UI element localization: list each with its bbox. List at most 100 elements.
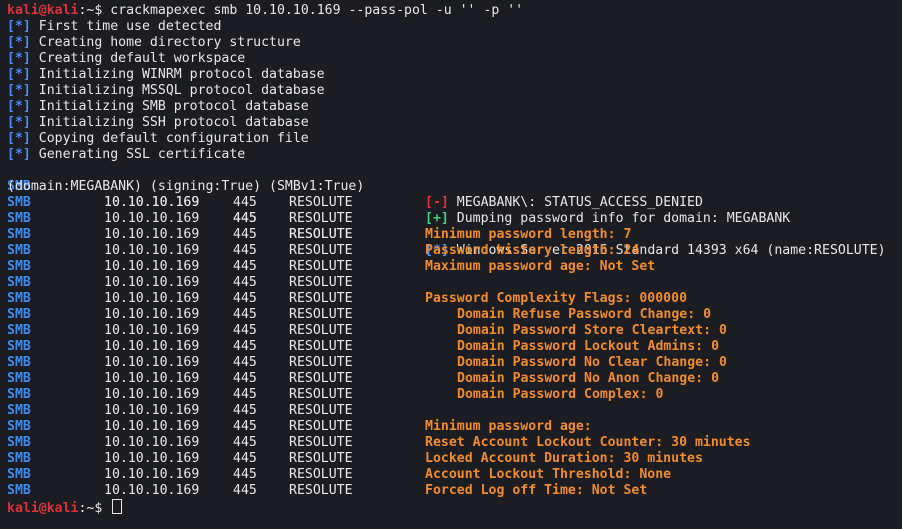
smb-row: SMB 10.10.10.169 445 RESOLUTE Domain Passwor… xyxy=(7,387,902,403)
smb-ip: 10.10.10.169 xyxy=(104,467,200,482)
smb-port: 445 xyxy=(233,371,257,386)
policy-value: Password Complexity Flags: 000000 xyxy=(425,291,688,306)
terminal-window[interactable]: kali@kali:~$ crackmapexec smb 10.10.10.1… xyxy=(7,3,902,529)
init-line: [*] Initializing WINRM protocol database xyxy=(7,67,902,83)
smb-host: RESOLUTE xyxy=(289,403,353,418)
smb-proto: SMB xyxy=(7,307,31,322)
smb-ip: 10.10.10.169 xyxy=(104,451,200,466)
init-output: [*] First time use detected [*] Creating … xyxy=(7,19,902,163)
command-text: crackmapexec smb 10.10.10.169 --pass-pol… xyxy=(110,3,524,18)
smb-port: 445 xyxy=(233,483,257,498)
smb-ip: 10.10.10.169 xyxy=(104,339,200,354)
policy-value: Account Lockout Threshold: None xyxy=(425,467,672,482)
init-text: Initializing SMB protocol database xyxy=(38,99,309,114)
os-info-wrap: (domain:MEGABANK) (signing:True) (SMBv1:… xyxy=(7,179,365,194)
policy-value: Domain Password No Anon Change: 0 xyxy=(457,371,720,386)
smb-row: SMB 10.10.10.169 445 RESOLUTE Minimum passwo… xyxy=(7,227,902,243)
smb-row: SMB 10.10.10.169 445 RESOLUTE Password histo… xyxy=(7,243,902,259)
smb-row: SMB 10.10.10.169 445 RESOLUTE Domain Passwor… xyxy=(7,323,902,339)
smb-row: SMB 10.10.10.169 445 RESOLUTE Minimum passwo… xyxy=(7,419,902,435)
smb-port: 445 xyxy=(233,355,257,370)
smb-host: RESOLUTE xyxy=(289,387,353,402)
init-text: Initializing WINRM protocol database xyxy=(38,67,325,82)
smb-host: RESOLUTE xyxy=(289,451,353,466)
smb-host: RESOLUTE xyxy=(289,259,353,274)
smb-host: RESOLUTE xyxy=(289,243,353,258)
init-line: [*] Generating SSL certificate xyxy=(7,147,902,163)
smb-host: RESOLUTE xyxy=(289,211,353,226)
smb-port: 445 xyxy=(233,467,257,482)
policy-value: Domain Password Lockout Admins: 0 xyxy=(457,339,720,354)
smb-port: 445 xyxy=(233,291,257,306)
smb-ip: 10.10.10.169 xyxy=(104,275,200,290)
smb-host: RESOLUTE xyxy=(289,291,353,306)
smb-proto: SMB xyxy=(7,275,31,290)
smb-row: SMB 10.10.10.169 445 RESOLUTE Domain Passwor… xyxy=(7,339,902,355)
final-prompt-line[interactable]: kali@kali:~$ xyxy=(7,499,902,516)
smb-proto: SMB xyxy=(7,323,31,338)
smb-port: 445 xyxy=(233,435,257,450)
smb-host: RESOLUTE xyxy=(289,355,353,370)
smb-host: RESOLUTE xyxy=(289,195,353,210)
info-marker: [*] xyxy=(7,131,31,146)
info-marker: [*] xyxy=(7,35,31,50)
info-marker: [*] xyxy=(7,19,31,34)
smb-proto: SMB xyxy=(7,419,31,434)
dumping-text: Dumping password info for domain: MEGABA… xyxy=(456,211,791,226)
info-marker: [*] xyxy=(7,115,31,130)
init-text: First time use detected xyxy=(38,19,222,34)
smb-row: SMB 10.10.10.169 445 RESOLUTE Domain Passwor… xyxy=(7,371,902,387)
init-text: Generating SSL certificate xyxy=(38,147,246,162)
policy-value: Domain Password Complex: 0 xyxy=(457,387,664,402)
smb-port: 445 xyxy=(233,211,257,226)
policy-value: Locked Account Duration: 30 minutes xyxy=(425,451,703,466)
policy-value: Minimum password age: xyxy=(425,419,592,434)
smb-ip: 10.10.10.169 xyxy=(104,243,200,258)
init-text: Creating home directory structure xyxy=(38,35,301,50)
smb-host: RESOLUTE xyxy=(289,339,353,354)
prompt-user-host: kali@kali xyxy=(7,501,79,516)
smb-port: 445 xyxy=(233,387,257,402)
policy-value: Minimum password length: 7 xyxy=(425,227,632,242)
info-marker: [*] xyxy=(7,99,31,114)
smb-port: 445 xyxy=(233,275,257,290)
smb-proto: SMB xyxy=(7,403,31,418)
smb-host: RESOLUTE xyxy=(289,307,353,322)
smb-host: RESOLUTE xyxy=(289,467,353,482)
smb-proto: SMB xyxy=(7,371,31,386)
smb-row: SMB 10.10.10.169 445 RESOLUTE xyxy=(7,403,902,419)
dumping-message: [+] Dumping password info for domain: ME… xyxy=(425,211,790,227)
os-info-line: SMB 10.10.10.169 445 RESOLUTE [*] Window… xyxy=(7,163,902,258)
smb-row: SMB 10.10.10.169 445 RESOLUTE Maximum passwo… xyxy=(7,259,902,275)
smb-port: 445 xyxy=(233,419,257,434)
init-line: [*] Creating home directory structure xyxy=(7,35,902,51)
prompt-user-host: kali@kali xyxy=(7,3,79,18)
policy-value: Maximum password age: Not Set xyxy=(425,259,656,274)
init-text: Initializing MSSQL protocol database xyxy=(38,83,325,98)
smb-row: SMB 10.10.10.169 445 RESOLUTE Domain Refuse … xyxy=(7,307,902,323)
smb-port: 445 xyxy=(233,259,257,274)
denied-message: [-] MEGABANK\: STATUS_ACCESS_DENIED xyxy=(425,195,703,211)
smb-proto: SMB xyxy=(7,467,31,482)
smb-ip: 10.10.10.169 xyxy=(104,403,200,418)
smb-host: RESOLUTE xyxy=(289,483,353,498)
smb-row: SMB 10.10.10.169 445 RESOLUTE Account Lockou… xyxy=(7,467,902,483)
smb-port: 445 xyxy=(233,227,257,242)
smb-proto: SMB xyxy=(7,451,31,466)
init-text: Creating default workspace xyxy=(38,51,246,66)
prompt-path: :~ xyxy=(78,3,95,18)
init-line: [*] Initializing SMB protocol database xyxy=(7,99,902,115)
smb-ip: 10.10.10.169 xyxy=(104,435,200,450)
smb-host: RESOLUTE xyxy=(289,435,353,450)
smb-row: SMB 10.10.10.169 445 RESOLUTE [+] Dumping pa… xyxy=(7,211,902,227)
denied-text: MEGABANK\: STATUS_ACCESS_DENIED xyxy=(456,195,703,210)
info-marker: [*] xyxy=(7,51,31,66)
policy-value: Domain Refuse Password Change: 0 xyxy=(457,307,712,322)
policy-value: Password history length: 24 xyxy=(425,243,640,258)
smb-row: SMB 10.10.10.169 445 RESOLUTE xyxy=(7,275,902,291)
smb-ip: 10.10.10.169 xyxy=(104,387,200,402)
smb-ip: 10.10.10.169 xyxy=(104,227,200,242)
smb-row: SMB 10.10.10.169 445 RESOLUTE Locked Account… xyxy=(7,451,902,467)
smb-row: SMB 10.10.10.169 445 RESOLUTE Reset Account … xyxy=(7,435,902,451)
policy-value: Domain Password No Clear Change: 0 xyxy=(457,355,727,370)
